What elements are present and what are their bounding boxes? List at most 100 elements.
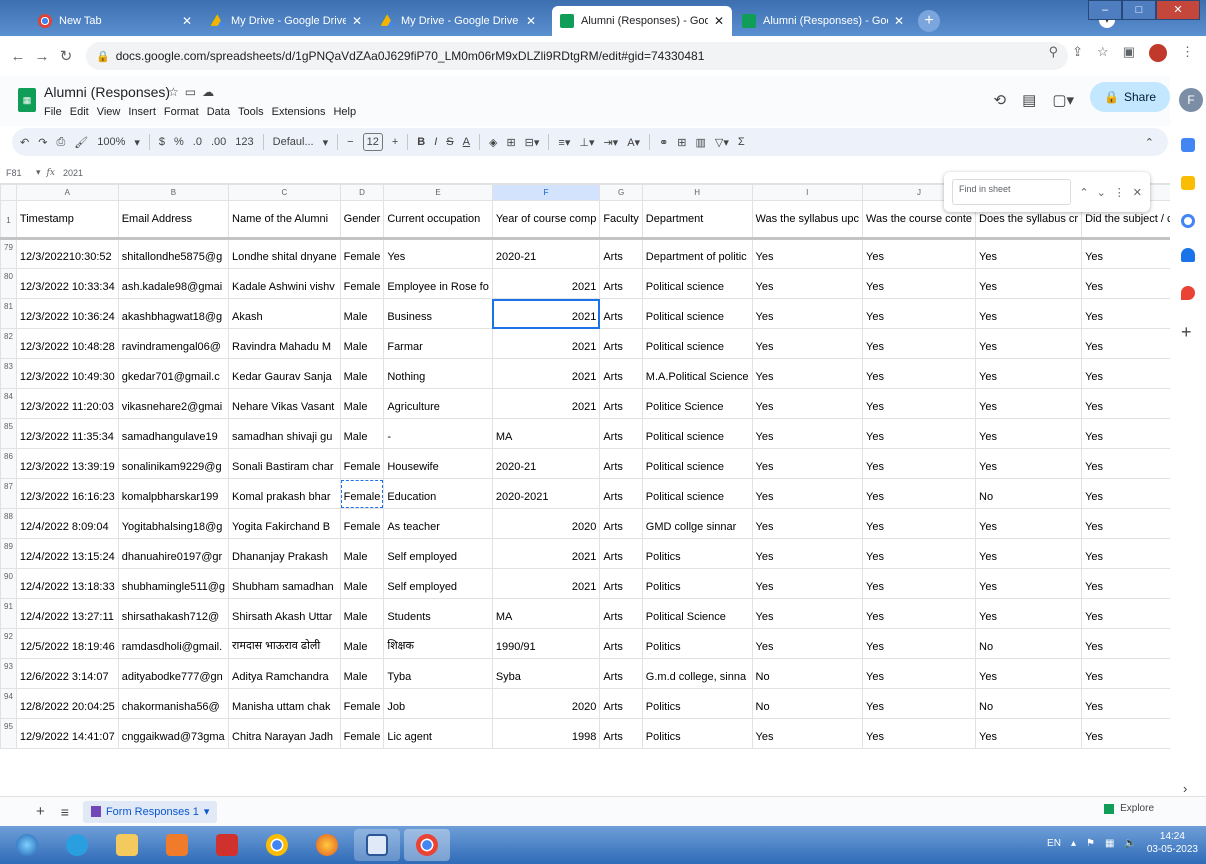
redo-icon[interactable]: ↷ [38, 136, 47, 149]
cell[interactable]: Female [339, 688, 385, 719]
cell[interactable]: Arts [599, 478, 643, 509]
cell[interactable]: Male [339, 328, 385, 359]
row-number[interactable]: 79 [0, 238, 17, 269]
flag-icon[interactable]: ⚑ [1086, 838, 1095, 849]
name-box[interactable]: F81 [0, 168, 36, 178]
cell[interactable]: Yogitabhalsing18@g [117, 508, 230, 539]
cell[interactable]: Yes [862, 268, 977, 299]
cell[interactable]: Female [339, 508, 385, 539]
tray-expand-icon[interactable]: ▴ [1071, 838, 1076, 849]
cell[interactable]: Yes [751, 478, 864, 509]
cell[interactable]: 2021 [491, 388, 601, 419]
more-formats-button[interactable]: 123 [235, 136, 253, 148]
row-number[interactable]: 91 [0, 598, 17, 629]
clock[interactable]: 14:24 03-05-2023 [1147, 830, 1198, 856]
insert-chart-icon[interactable]: ▥ [696, 136, 706, 149]
window-close-button[interactable]: ✕ [1156, 0, 1200, 20]
column-header-cell[interactable]: Name of the Alumni [228, 200, 341, 239]
insert-link-icon[interactable]: ⚭ [659, 136, 668, 149]
taskbar-media[interactable] [154, 829, 200, 861]
cell[interactable]: Arts [599, 538, 643, 569]
cell[interactable]: 2020-21 [491, 238, 601, 269]
cell[interactable]: Yes [1081, 358, 1170, 389]
contacts-icon[interactable] [1181, 248, 1195, 262]
decrease-font-size-icon[interactable]: − [347, 136, 353, 148]
row-number[interactable]: 93 [0, 658, 17, 689]
cell[interactable]: Aditya Ramchandra [228, 658, 341, 689]
cell[interactable]: Yes [975, 658, 1083, 689]
cell[interactable]: Political science [641, 298, 753, 329]
column-header-d[interactable]: D [339, 184, 385, 201]
cell[interactable]: Arts [599, 688, 643, 719]
back-arrow-icon[interactable]: ← [6, 48, 30, 65]
cell[interactable]: Arts [599, 598, 643, 629]
cell[interactable]: Yes [1081, 538, 1170, 569]
cell[interactable]: Yes [975, 448, 1083, 479]
cell[interactable]: 2020 [491, 688, 601, 719]
cell[interactable]: Yes [1081, 658, 1170, 689]
text-wrap-icon[interactable]: ⇥▾ [603, 136, 618, 149]
cell[interactable]: Yes [862, 418, 977, 449]
cell[interactable]: ravindramengal06@ [117, 328, 230, 359]
cell[interactable]: Nothing [383, 358, 493, 389]
cell[interactable]: Politics [641, 718, 753, 749]
row-number[interactable]: 80 [0, 268, 17, 299]
cell[interactable]: Yes [862, 538, 977, 569]
row-number[interactable]: 84 [0, 388, 17, 419]
account-avatar[interactable]: F [1179, 88, 1203, 112]
text-color-icon[interactable]: A [463, 136, 470, 148]
cell[interactable]: 12/3/202210:30:52 [15, 238, 119, 269]
cell[interactable]: Male [339, 538, 385, 569]
cell[interactable]: Yes [751, 358, 864, 389]
cell[interactable]: 12/3/2022 10:33:34 [15, 268, 119, 299]
cell[interactable]: Employee in Rose fo [383, 268, 493, 299]
cell[interactable]: shubhamingle511@g [117, 568, 230, 599]
cell[interactable]: cnggaikwad@73gma [117, 718, 230, 749]
cell[interactable]: Yes [1081, 238, 1170, 269]
column-header-a[interactable]: A [15, 184, 119, 201]
cell[interactable]: Londhe shital dnyane [228, 238, 341, 269]
cell[interactable]: Male [339, 628, 385, 659]
cell[interactable]: Political Science [641, 598, 753, 629]
cell[interactable]: Yes [751, 628, 864, 659]
cell[interactable]: Female [339, 478, 385, 509]
cell[interactable]: Arts [599, 628, 643, 659]
cell[interactable]: Self employed [383, 568, 493, 599]
cell[interactable]: Yes [751, 568, 864, 599]
version-history-icon[interactable]: ⟲ [994, 91, 1007, 109]
column-header-b[interactable]: B [117, 184, 230, 201]
cell[interactable]: Sonali Bastiram char [228, 448, 341, 479]
star-icon[interactable]: ☆ [168, 85, 185, 99]
cell[interactable]: Yes [862, 568, 977, 599]
cell[interactable]: Dhananjay Prakash [228, 538, 341, 569]
cell[interactable]: Yes [1081, 718, 1170, 749]
cell[interactable]: samadhangulave19 [117, 418, 230, 449]
column-header-c[interactable]: C [228, 184, 341, 201]
zoom-select[interactable]: 100% [97, 136, 125, 148]
cell[interactable]: Business [383, 298, 493, 329]
cell[interactable]: Male [339, 388, 385, 419]
cell[interactable]: Yes [1081, 598, 1170, 629]
menu-edit[interactable]: Edit [70, 106, 89, 118]
browser-tab-alumni-active[interactable]: Alumni (Responses) - Google She ✕ [552, 6, 732, 36]
column-header-cell[interactable]: Gender [339, 200, 385, 239]
cell[interactable]: Yes [862, 298, 977, 329]
bold-button[interactable]: B [417, 136, 425, 148]
cell[interactable]: Yes [1081, 508, 1170, 539]
cell[interactable]: Arts [599, 418, 643, 449]
column-header-g[interactable]: G [599, 184, 643, 201]
cell[interactable]: 2021 [491, 568, 601, 599]
cell[interactable]: Yes [1081, 328, 1170, 359]
merge-cells-icon[interactable]: ⊟▾ [525, 136, 540, 149]
taskbar-chrome[interactable] [254, 829, 300, 861]
cell[interactable]: Yes [862, 598, 977, 629]
close-icon[interactable]: ✕ [182, 14, 192, 28]
cell[interactable]: 12/3/2022 13:39:19 [15, 448, 119, 479]
menu-help[interactable]: Help [333, 106, 356, 118]
tasks-icon[interactable] [1181, 214, 1195, 228]
cell[interactable]: 12/3/2022 11:35:34 [15, 418, 119, 449]
cell[interactable]: Yes [862, 238, 977, 269]
column-header-i[interactable]: I [751, 184, 864, 201]
font-size-input[interactable]: 12 [362, 133, 383, 151]
cell[interactable]: Yes [862, 718, 977, 749]
